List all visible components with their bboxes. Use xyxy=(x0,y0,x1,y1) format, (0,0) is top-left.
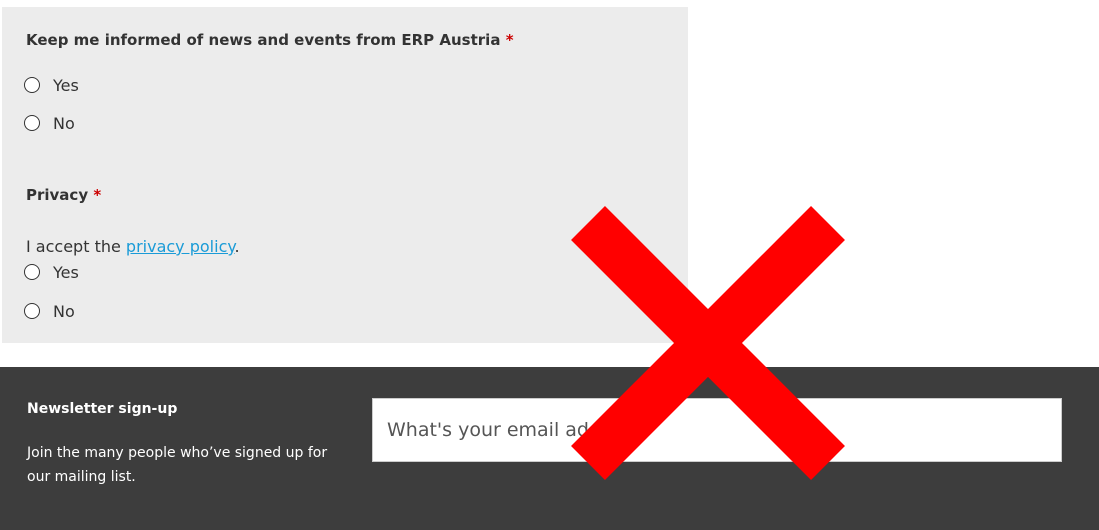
privacy-option-no[interactable]: No xyxy=(24,299,75,323)
news-option-yes-label: Yes xyxy=(53,75,79,95)
privacy-option-no-label: No xyxy=(53,301,75,321)
news-option-yes[interactable]: Yes xyxy=(24,73,79,97)
radio-button[interactable] xyxy=(24,264,40,280)
consent-form-panel: Keep me informed of news and events from… xyxy=(2,7,688,343)
privacy-accept-prefix: I accept the xyxy=(26,237,121,256)
required-marker: * xyxy=(93,186,102,204)
privacy-option-yes[interactable]: Yes xyxy=(24,260,79,284)
required-marker: * xyxy=(505,31,514,49)
page: Keep me informed of news and events from… xyxy=(0,0,1099,530)
privacy-accept-text: I accept the privacy policy. xyxy=(26,237,240,256)
news-question-label: Keep me informed of news and events from… xyxy=(26,31,514,49)
newsletter-title: Newsletter sign-up xyxy=(27,401,178,417)
news-option-no-label: No xyxy=(53,113,75,133)
privacy-option-yes-label: Yes xyxy=(53,262,79,282)
newsletter-footer: Newsletter sign-up Join the many people … xyxy=(0,367,1099,530)
privacy-policy-link[interactable]: privacy policy xyxy=(126,237,235,256)
radio-button[interactable] xyxy=(24,303,40,319)
radio-button[interactable] xyxy=(24,115,40,131)
newsletter-description: Join the many people who’ve signed up fo… xyxy=(27,445,328,485)
privacy-accept-suffix: . xyxy=(234,237,240,256)
privacy-question-label: Privacy * xyxy=(26,186,101,204)
radio-button[interactable] xyxy=(24,77,40,93)
privacy-question-text: Privacy xyxy=(26,186,89,204)
news-question-text: Keep me informed of news and events from… xyxy=(26,31,501,49)
email-field[interactable] xyxy=(372,398,1062,462)
news-option-no[interactable]: No xyxy=(24,111,75,135)
